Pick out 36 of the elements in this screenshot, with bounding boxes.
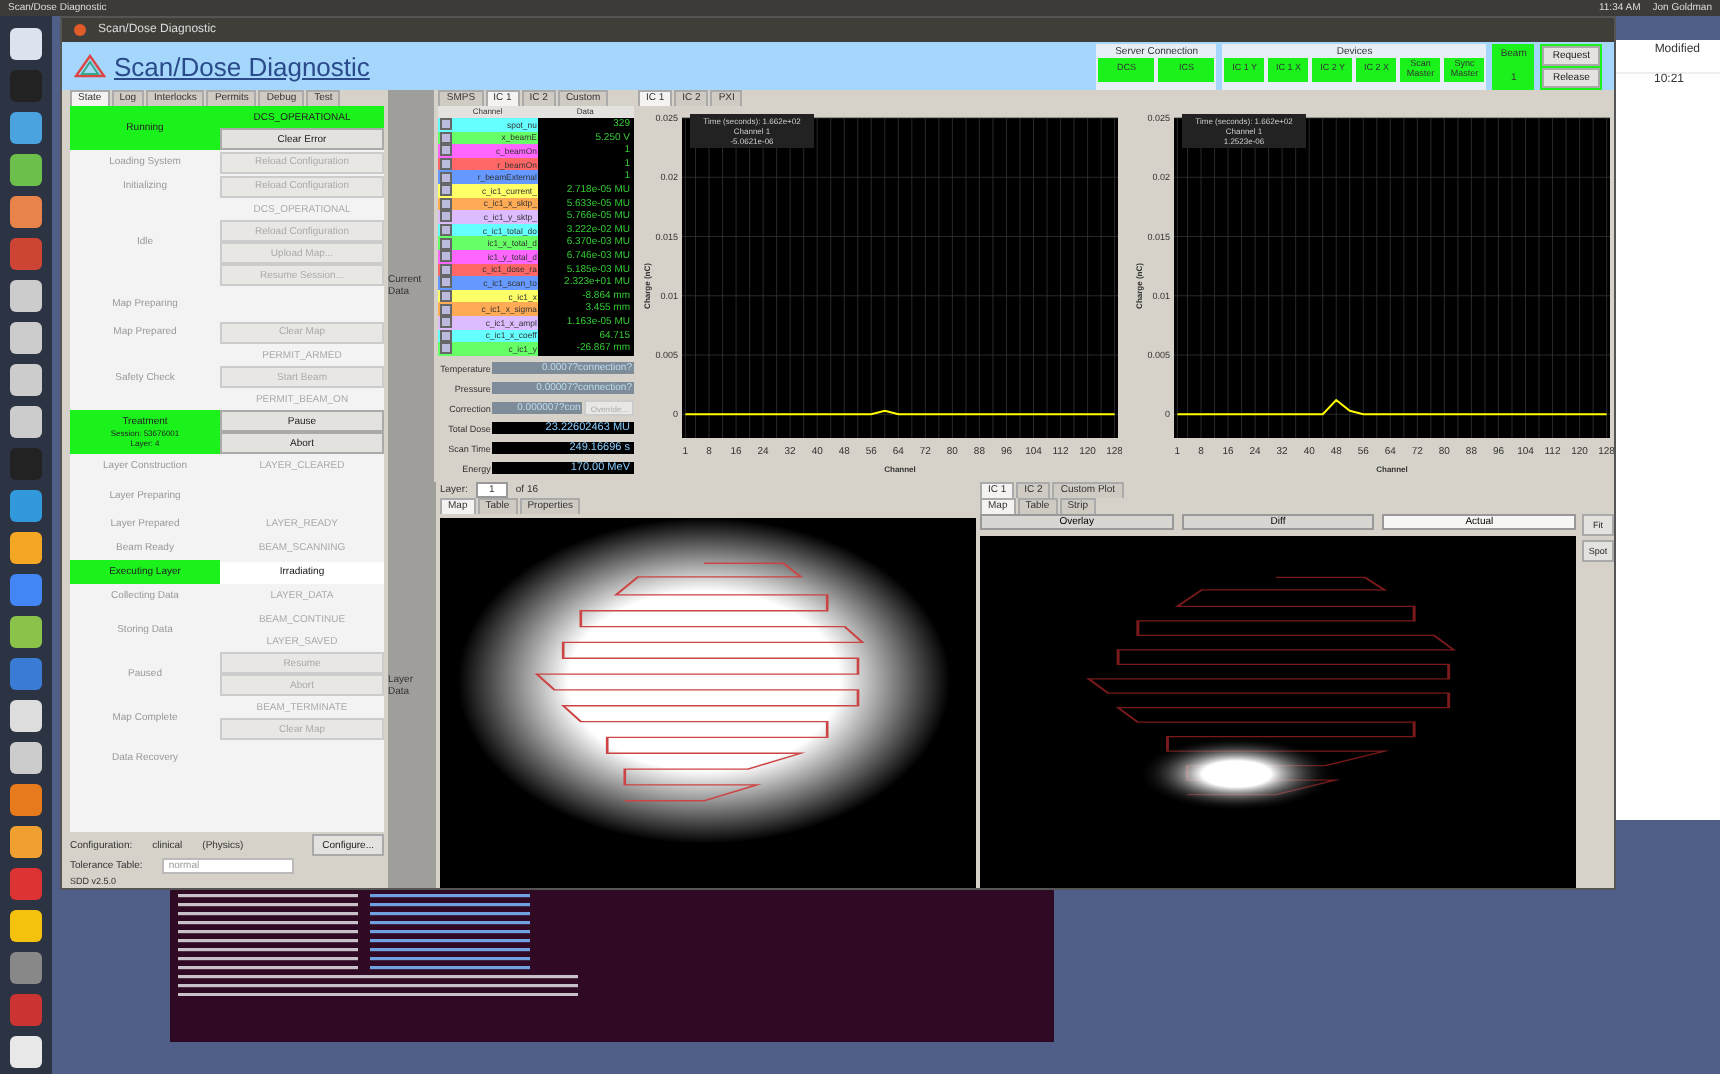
checkbox[interactable] bbox=[440, 210, 453, 223]
app-title: Scan/Dose Diagnostic bbox=[114, 51, 370, 81]
checkbox[interactable] bbox=[440, 303, 453, 316]
checkbox[interactable] bbox=[440, 290, 453, 303]
triangle-logo-icon bbox=[74, 54, 106, 78]
app-icon[interactable] bbox=[10, 952, 42, 984]
app-icon[interactable] bbox=[10, 616, 42, 648]
app-icon[interactable] bbox=[10, 280, 42, 312]
app-icon[interactable] bbox=[10, 196, 42, 228]
app-icon[interactable] bbox=[10, 742, 42, 774]
app-icon[interactable] bbox=[10, 490, 42, 522]
app-icon[interactable] bbox=[10, 910, 42, 942]
checkbox[interactable] bbox=[440, 158, 453, 171]
app-icon[interactable] bbox=[10, 1036, 42, 1068]
app-icon[interactable] bbox=[10, 364, 42, 396]
app-icon[interactable] bbox=[10, 28, 42, 60]
checkbox[interactable] bbox=[440, 342, 453, 355]
checkbox[interactable] bbox=[440, 316, 453, 329]
checkbox[interactable] bbox=[440, 250, 453, 263]
app-icon[interactable] bbox=[10, 574, 42, 606]
checkbox[interactable] bbox=[440, 171, 453, 184]
app-icon[interactable] bbox=[10, 784, 42, 816]
app-icon[interactable] bbox=[10, 112, 42, 144]
close-icon[interactable] bbox=[74, 24, 86, 36]
app-icon[interactable] bbox=[10, 700, 42, 732]
checkbox[interactable] bbox=[440, 276, 453, 289]
checkbox[interactable] bbox=[440, 237, 453, 250]
app-icon[interactable] bbox=[10, 406, 42, 438]
checkbox[interactable] bbox=[440, 184, 453, 197]
app-icon[interactable] bbox=[10, 532, 42, 564]
checkbox[interactable] bbox=[440, 224, 453, 237]
app-icon[interactable] bbox=[10, 154, 42, 186]
checkbox[interactable] bbox=[440, 144, 453, 157]
app-icon[interactable] bbox=[10, 826, 42, 858]
checkbox[interactable] bbox=[440, 118, 453, 131]
app-icon[interactable] bbox=[10, 322, 42, 354]
